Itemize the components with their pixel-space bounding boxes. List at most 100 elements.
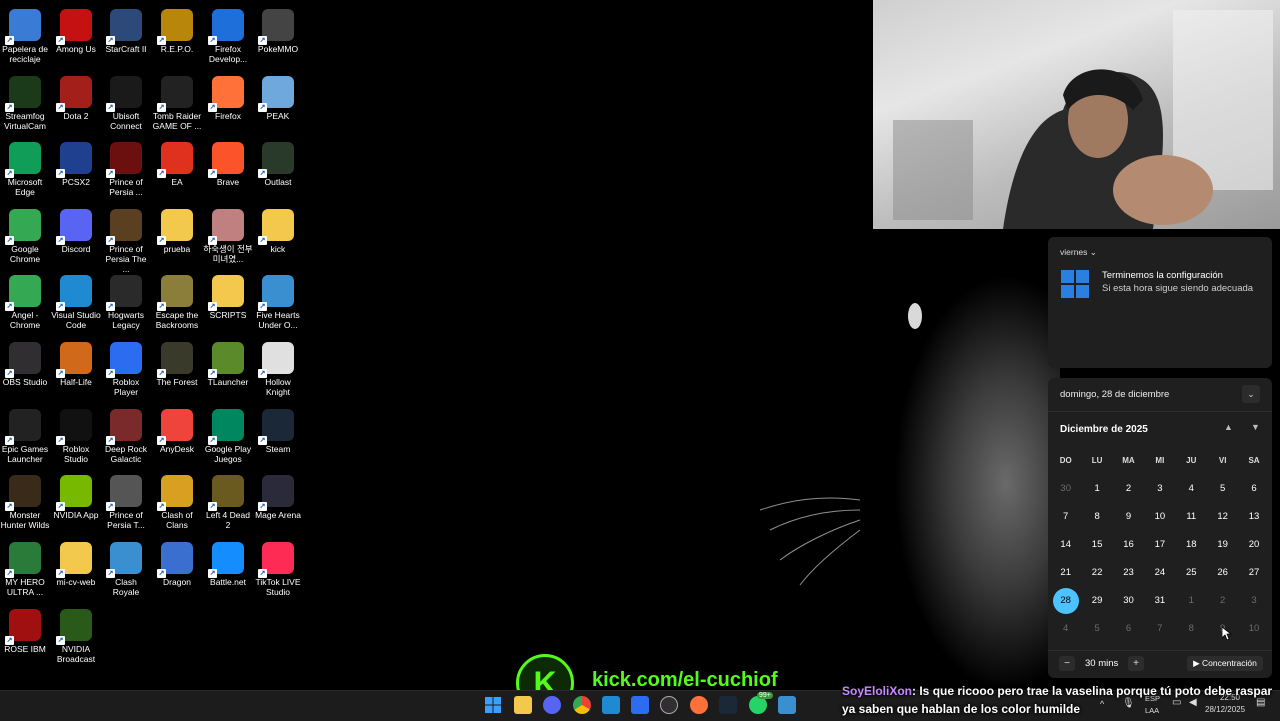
desktop-shortcut[interactable]: ↗ EA [152, 137, 202, 187]
calendar-collapse-button[interactable]: ⌄ [1242, 385, 1260, 403]
desktop-shortcut[interactable]: ↗ Roblox Player [101, 337, 151, 397]
calendar-day[interactable]: 30 [1050, 475, 1081, 503]
calendar-day[interactable]: 12 [1207, 503, 1238, 531]
desktop-shortcut[interactable]: ↗ Among Us [51, 4, 101, 54]
desktop-shortcut[interactable]: ↗ PokeMMO [253, 4, 303, 54]
calendar-day[interactable]: 9 [1113, 503, 1144, 531]
desktop-shortcut[interactable]: ↗ PEAK [253, 71, 303, 121]
desktop-shortcut[interactable]: ↗ Papelera de reciclaje [0, 4, 50, 64]
desktop-shortcut[interactable]: ↗ MY HERO ULTRA ... [0, 537, 50, 597]
calendar-day[interactable]: 25 [1176, 559, 1207, 587]
roblox-icon[interactable] [631, 696, 649, 714]
calendar-day[interactable]: 15 [1081, 531, 1112, 559]
desktop-shortcut[interactable]: ↗ OBS Studio [0, 337, 50, 387]
desktop-shortcut[interactable]: ↗ Prince of Persia ... [101, 137, 151, 197]
calendar-day[interactable]: 10 [1144, 503, 1175, 531]
desktop-shortcut[interactable]: ↗ StarCraft II [101, 4, 151, 54]
calendar-day[interactable]: 26 [1207, 559, 1238, 587]
desktop-shortcut[interactable]: ↗ Hollow Knight [253, 337, 303, 397]
desktop-shortcut[interactable]: ↗ prueba [152, 204, 202, 254]
calendar-day[interactable]: 13 [1238, 503, 1269, 531]
calendar-day[interactable]: 4 [1050, 615, 1081, 643]
desktop-shortcut[interactable]: ↗ NVIDIA App [51, 470, 101, 520]
calendar-day[interactable]: 16 [1113, 531, 1144, 559]
calendar-day[interactable]: 3 [1144, 475, 1175, 503]
desktop-shortcut[interactable]: ↗ Hogwarts Legacy [101, 270, 151, 330]
calendar-day[interactable]: 14 [1050, 531, 1081, 559]
desktop-shortcut[interactable]: ↗ Clash Royale [101, 537, 151, 597]
calendar-day[interactable]: 2 [1113, 475, 1144, 503]
desktop-shortcut[interactable]: ↗ Visual Studio Code [51, 270, 101, 330]
firefox-icon[interactable] [690, 696, 708, 714]
desktop-shortcut[interactable]: ↗ PCSX2 [51, 137, 101, 187]
calendar-day-today[interactable]: 28 [1050, 587, 1081, 615]
calendar-day[interactable]: 3 [1238, 587, 1269, 615]
obs-icon[interactable] [660, 696, 678, 714]
next-month-button[interactable]: ▼ [1251, 422, 1260, 432]
desktop-shortcut[interactable]: ↗ R.E.P.O. [152, 4, 202, 54]
calendar-day[interactable]: 19 [1207, 531, 1238, 559]
desktop-shortcut[interactable]: ↗ Battle.net [203, 537, 253, 587]
desktop-shortcut[interactable]: ↗ The Forest [152, 337, 202, 387]
calendar-day[interactable]: 5 [1207, 475, 1238, 503]
calendar-day[interactable]: 4 [1176, 475, 1207, 503]
desktop-shortcut[interactable]: ↗ Angel - Chrome [0, 270, 50, 330]
file-explorer-icon[interactable] [514, 696, 532, 714]
calendar-day[interactable]: 30 [1113, 587, 1144, 615]
desktop-shortcut[interactable]: ↗ Deep Rock Galactic [101, 404, 151, 464]
desktop-shortcut[interactable]: ↗ Tomb Raider GAME OF ... [152, 71, 202, 131]
desktop-shortcut[interactable]: ↗ 하숙생이 전부 미녀였... [203, 204, 253, 264]
desktop-shortcut[interactable]: ↗ TLauncher [203, 337, 253, 387]
notification-title[interactable]: Terminemos la configuración [1102, 270, 1223, 281]
desktop-shortcut[interactable]: ↗ Prince of Persia The ... [101, 204, 151, 274]
desktop-shortcut[interactable]: ↗ AnyDesk [152, 404, 202, 454]
desktop-shortcut[interactable]: ↗ Five Hearts Under O... [253, 270, 303, 330]
desktop-shortcut[interactable]: ↗ Roblox Studio [51, 404, 101, 464]
calendar-day[interactable]: 21 [1050, 559, 1081, 587]
calendar-day[interactable]: 5 [1081, 615, 1112, 643]
calendar-day[interactable]: 29 [1081, 587, 1112, 615]
calendar-day[interactable]: 2 [1207, 587, 1238, 615]
calendar-day[interactable]: 27 [1238, 559, 1269, 587]
desktop-shortcut[interactable]: ↗ Discord [51, 204, 101, 254]
calendar-day[interactable]: 11 [1176, 503, 1207, 531]
desktop-shortcut[interactable]: ↗ Brave [203, 137, 253, 187]
desktop-shortcut[interactable]: ↗ Half-Life [51, 337, 101, 387]
calendar-day[interactable]: 23 [1113, 559, 1144, 587]
desktop-shortcut[interactable]: ↗ Streamfog VirtualCam [0, 71, 50, 131]
desktop-shortcut[interactable]: ↗ kick [253, 204, 303, 254]
desktop-shortcut[interactable]: ↗ Left 4 Dead 2 [203, 470, 253, 530]
desktop-shortcut[interactable]: ↗ Ubisoft Connect [101, 71, 151, 131]
calendar-day[interactable]: 18 [1176, 531, 1207, 559]
desktop-shortcut[interactable]: ↗ ROSE IBM [0, 604, 50, 654]
calendar-day[interactable]: 6 [1113, 615, 1144, 643]
desktop-shortcut[interactable]: ↗ Clash of Clans [152, 470, 202, 530]
calendar-day[interactable]: 31 [1144, 587, 1175, 615]
calendar-day[interactable]: 1 [1176, 587, 1207, 615]
desktop-shortcut[interactable]: ↗ Dragon [152, 537, 202, 587]
calendar-day[interactable]: 8 [1081, 503, 1112, 531]
calendar-day[interactable]: 17 [1144, 531, 1175, 559]
desktop-shortcut[interactable]: ↗ Monster Hunter Wilds [0, 470, 50, 530]
calendar-day[interactable]: 1 [1081, 475, 1112, 503]
app-icon[interactable] [719, 696, 737, 714]
calendar-day[interactable]: 24 [1144, 559, 1175, 587]
calendar-day[interactable]: 10 [1238, 615, 1269, 643]
desktop-shortcut[interactable]: ↗ TikTok LIVE Studio [253, 537, 303, 597]
desktop-shortcut[interactable]: ↗ Epic Games Launcher [0, 404, 50, 464]
discord-icon[interactable] [543, 696, 561, 714]
desktop-shortcut[interactable]: ↗ Mage Arena [253, 470, 303, 520]
focus-session-button[interactable]: ▶ Concentración [1187, 656, 1263, 671]
focus-decrease-button[interactable]: − [1059, 656, 1075, 671]
calendar-day[interactable]: 22 [1081, 559, 1112, 587]
desktop-shortcut[interactable]: ↗ Microsoft Edge [0, 137, 50, 197]
chrome-icon[interactable] [573, 696, 591, 714]
notification-day-header[interactable]: viernes ⌄ [1060, 247, 1097, 258]
calendar-month-title[interactable]: Diciembre de 2025 [1060, 424, 1148, 435]
desktop-shortcut[interactable]: ↗ mi-cv-web [51, 537, 101, 587]
desktop-shortcut[interactable]: ↗ Escape the Backrooms [152, 270, 202, 330]
desktop-shortcut[interactable]: ↗ Steam [253, 404, 303, 454]
calendar-day[interactable]: 8 [1176, 615, 1207, 643]
desktop-shortcut[interactable]: ↗ NVIDIA Broadcast [51, 604, 101, 664]
desktop-shortcut[interactable]: ↗ Firefox Develop... [203, 4, 253, 64]
